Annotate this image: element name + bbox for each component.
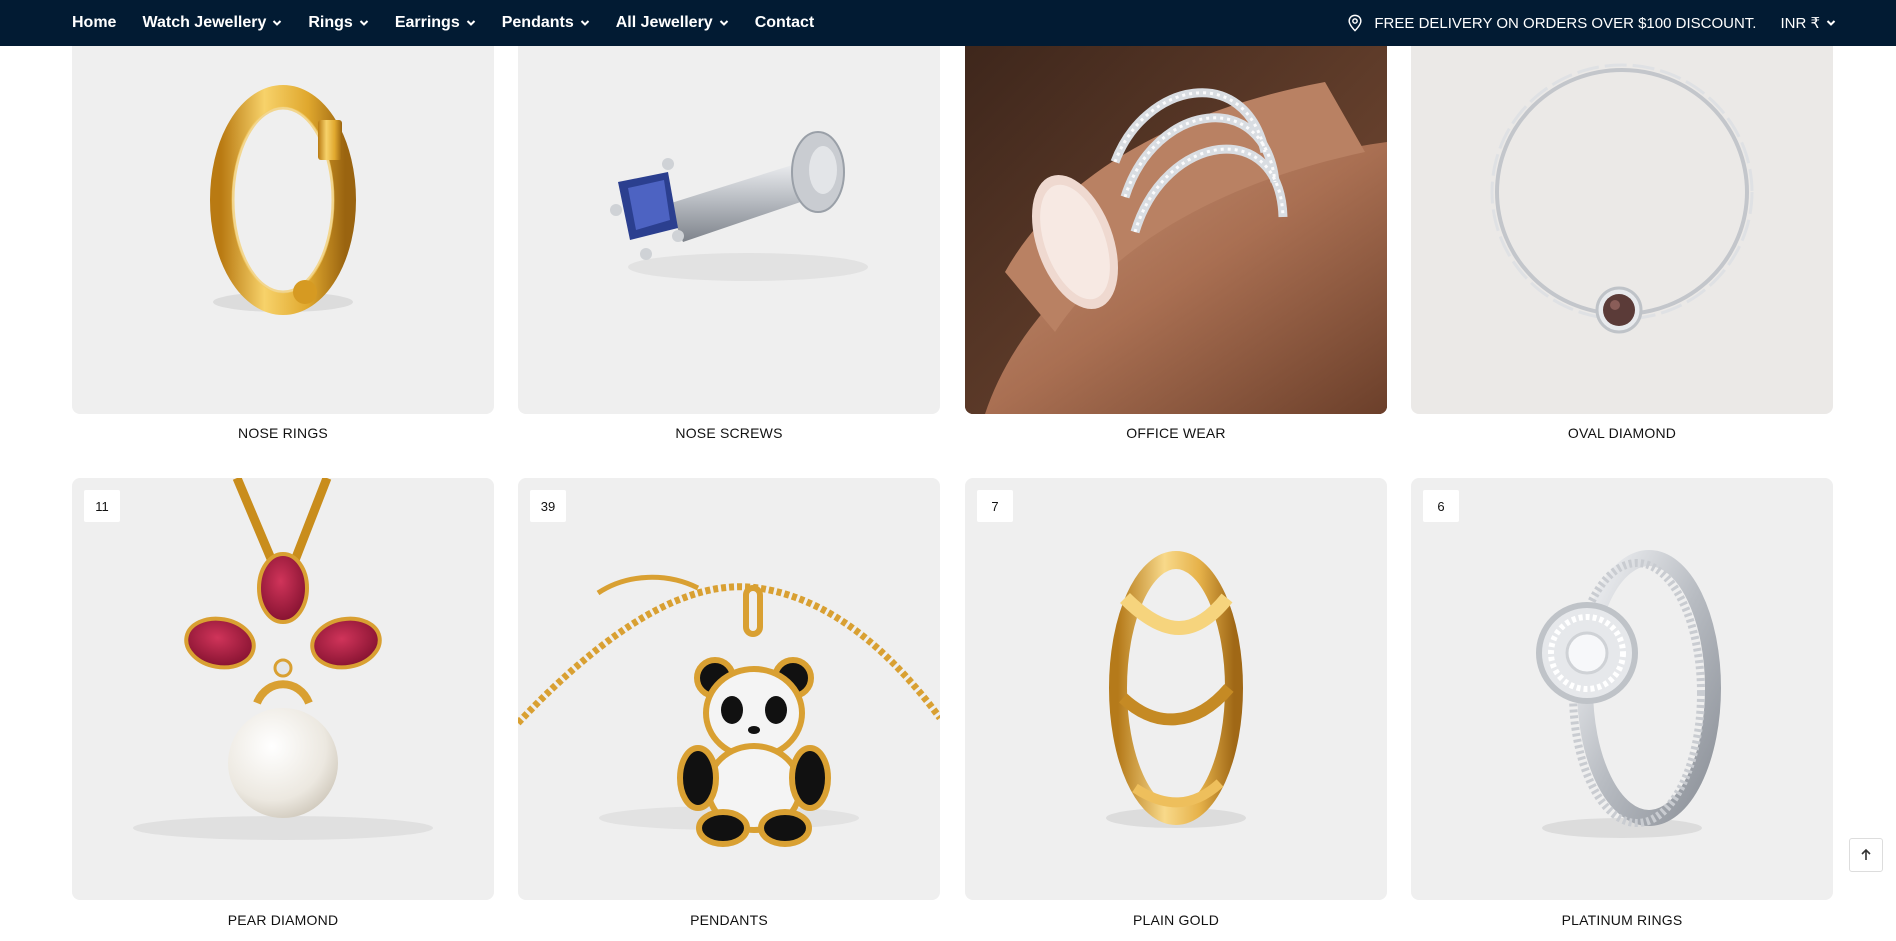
nav-home-label: Home [72, 14, 117, 31]
nav-rings-label: Rings [308, 14, 353, 31]
product-count-badge: 7 [977, 490, 1013, 522]
oval-diamond-image [1490, 63, 1754, 334]
location-pin-icon [1348, 14, 1362, 32]
pear-diamond-image [133, 478, 433, 840]
currency-selector[interactable]: INR ₹ [1780, 14, 1836, 32]
office-wear-image [965, 0, 1387, 414]
category-label[interactable]: NOSE SCREWS [518, 425, 940, 441]
nav-home[interactable]: Home [72, 14, 116, 32]
category-label[interactable]: PLATINUM RINGS [1411, 912, 1833, 928]
main-nav: Home Watch Jewellery Rings Earrings Pend… [72, 0, 840, 46]
category-card-pear-diamond[interactable]: 11 [72, 478, 494, 900]
category-card-oval-diamond[interactable] [1411, 0, 1833, 414]
nav-contact-label: Contact [754, 14, 815, 31]
category-card-plain-gold[interactable]: 7 [965, 478, 1387, 900]
nav-earrings[interactable]: Earrings [395, 14, 476, 32]
nav-pendants-label: Pendants [501, 14, 574, 31]
nose-screw-image [610, 131, 868, 281]
product-count-badge: 6 [1423, 490, 1459, 522]
plain-gold-image [1106, 551, 1246, 828]
chevron-down-icon [466, 20, 475, 26]
category-label[interactable]: OVAL DIAMOND [1411, 425, 1833, 441]
nav-all-jewellery-label: All Jewellery [615, 14, 713, 31]
category-card-office-wear[interactable] [965, 0, 1387, 414]
category-card-nose-screws[interactable] [518, 0, 940, 414]
nav-all-jewellery[interactable]: All Jewellery [616, 14, 729, 32]
chevron-down-icon [580, 20, 589, 26]
nav-watch-jewellery[interactable]: Watch Jewellery [142, 14, 282, 32]
nav-watch-jewellery-label: Watch Jewellery [142, 14, 267, 31]
nav-rings[interactable]: Rings [308, 14, 369, 32]
category-label[interactable]: NOSE RINGS [72, 425, 494, 441]
nav-contact[interactable]: Contact [755, 14, 815, 32]
pendants-image [518, 574, 940, 847]
platinum-rings-image [1536, 550, 1721, 838]
product-count-badge: 39 [530, 490, 566, 522]
currency-label: INR ₹ [1780, 15, 1820, 32]
chevron-down-icon [1826, 20, 1836, 26]
category-card-pendants[interactable]: 39 [518, 478, 940, 900]
nav-pendants[interactable]: Pendants [502, 14, 590, 32]
promo-banner: FREE DELIVERY ON ORDERS OVER $100 DISCOU… [1346, 14, 1756, 32]
category-card-platinum-rings[interactable]: 6 [1411, 478, 1833, 900]
arrow-up-icon [1861, 848, 1871, 860]
category-card-nose-rings[interactable] [72, 0, 494, 414]
nav-earrings-label: Earrings [394, 14, 460, 31]
product-count-badge: 11 [84, 490, 120, 522]
top-navbar: Home Watch Jewellery Rings Earrings Pend… [0, 0, 1896, 46]
scroll-to-top-button[interactable] [1849, 838, 1883, 872]
category-label[interactable]: PEAR DIAMOND [72, 912, 494, 928]
chevron-down-icon [359, 20, 369, 26]
promo-text: FREE DELIVERY ON ORDERS OVER $100 DISCOU… [1374, 14, 1757, 32]
category-label[interactable]: PLAIN GOLD [965, 912, 1387, 928]
category-label[interactable]: PENDANTS [518, 912, 940, 928]
nose-ring-image [210, 85, 356, 315]
nav-right: FREE DELIVERY ON ORDERS OVER $100 DISCOU… [1346, 0, 1836, 46]
chevron-down-icon [273, 20, 282, 26]
chevron-down-icon [719, 20, 728, 26]
category-label[interactable]: OFFICE WEAR [965, 425, 1387, 441]
